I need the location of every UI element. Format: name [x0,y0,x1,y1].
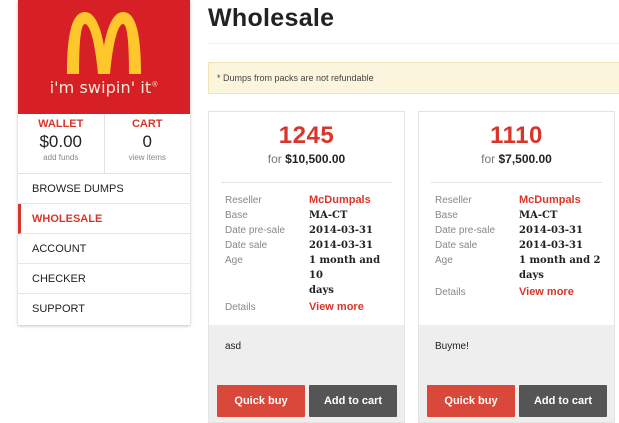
brand-logo[interactable]: i'm swipin' it® [18,0,190,114]
wallet-balance: $0.00 [39,132,83,151]
nav-checker[interactable]: CHECKER [18,264,190,294]
age-value: 1 month and 10 [309,255,381,281]
notice-banner: * Dumps from packs are not refundable [208,62,619,94]
view-more-link[interactable]: View more [519,285,601,300]
sidebar: i'm swipin' it® WALLET $0.00 add funds C… [18,0,190,325]
pack-card: 1110 for $7,500.00 Reseller McDumpals Bas… [418,111,615,423]
date-presale-value: 2014-03-31 [519,225,583,236]
cart-title: CART [131,118,163,130]
date-sale-value: 2014-03-31 [309,240,373,251]
reseller-label: Reseller [225,195,262,206]
date-sale-label: Date sale [435,240,478,251]
age-value-cont: days [519,270,544,281]
pack-price: for $10,500.00 [267,152,346,166]
brand-slogan: i'm swipin' it® [49,78,159,97]
date-sale-label: Date sale [225,240,268,251]
pack-description: asd [225,341,242,352]
pack-price: for $7,500.00 [481,152,552,166]
view-more-link[interactable]: View more [309,300,391,315]
pack-count: 1245 [278,122,335,149]
age-value-cont: days [309,285,334,296]
quick-buy-button[interactable]: Quick buy [217,385,305,417]
base-label: Base [435,210,458,221]
nav-support[interactable]: SUPPORT [18,294,190,324]
nav-account[interactable]: ACCOUNT [18,234,190,264]
nav-wholesale[interactable]: WHOLESALE [18,204,190,234]
golden-arches-icon [67,12,141,74]
add-funds-link[interactable]: add funds [18,153,104,162]
date-presale-value: 2014-03-31 [309,225,373,236]
date-sale-value: 2014-03-31 [519,240,583,251]
add-to-cart-button[interactable]: Add to cart [519,385,607,417]
pack-details: Reseller McDumpals Base MA-CT Date pre-sal… [225,193,404,315]
base-value: MA-CT [519,210,558,221]
reseller-link[interactable]: McDumpals [519,193,601,208]
reseller-link[interactable]: McDumpals [309,193,391,208]
wallet-cart-panel: WALLET $0.00 add funds CART 0 view items [18,114,190,174]
card-divider [431,182,602,183]
base-label: Base [225,210,248,221]
title-divider [208,43,619,44]
card-divider [221,182,392,183]
age-value: 1 month and 2 [519,255,601,266]
quick-buy-button[interactable]: Quick buy [427,385,515,417]
date-presale-label: Date pre-sale [225,225,286,236]
wallet-title: WALLET [38,118,84,130]
cart-count: 0 [142,132,152,151]
details-label: Details [225,302,256,313]
wallet-widget[interactable]: WALLET $0.00 add funds [18,114,104,173]
view-items-link[interactable]: view items [105,153,191,162]
nav-browse-dumps[interactable]: BROWSE DUMPS [18,174,190,204]
reseller-label: Reseller [435,195,472,206]
details-label: Details [435,287,466,298]
pack-count: 1110 [490,122,543,149]
age-label: Age [435,255,453,266]
pack-card: 1245 for $10,500.00 Reseller McDumpals Ba… [208,111,405,423]
pack-details: Reseller McDumpals Base MA-CT Date pre-sal… [435,193,614,300]
age-label: Age [225,255,243,266]
page-title: Wholesale [208,4,335,32]
pack-description: Buyme! [435,341,469,352]
base-value: MA-CT [309,210,348,221]
add-to-cart-button[interactable]: Add to cart [309,385,397,417]
date-presale-label: Date pre-sale [435,225,496,236]
cart-widget[interactable]: CART 0 view items [103,114,191,173]
